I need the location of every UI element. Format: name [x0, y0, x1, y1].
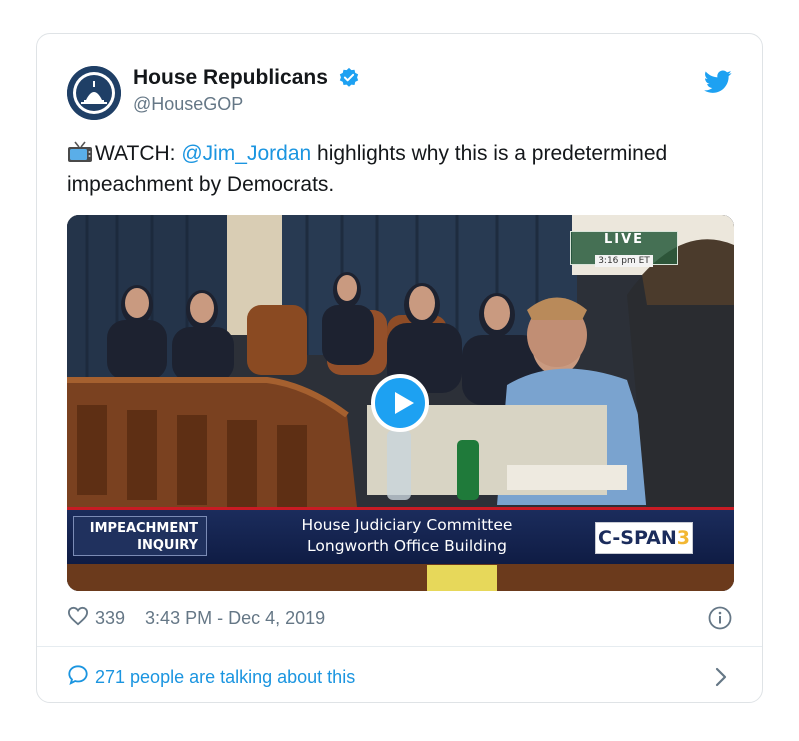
chyron-line-1: House Judiciary Committee — [301, 516, 513, 534]
divider — [37, 646, 762, 647]
video-player[interactable]: LIVE 3:16 pm ET IMPEACHMENT INQUIRY Hous… — [67, 215, 734, 591]
tweet-card: House Republicans @HouseGOP WATCH: @Jim_… — [36, 33, 763, 703]
live-label: LIVE — [603, 232, 645, 247]
heart-icon[interactable] — [67, 606, 89, 626]
author-name[interactable]: House Republicans — [133, 66, 328, 90]
conversation-text[interactable]: 271 people are talking about this — [95, 667, 355, 688]
chyron-tag-line2: INQUIRY — [137, 538, 198, 553]
chyron-bar: IMPEACHMENT INQUIRY House Judiciary Comm… — [67, 507, 734, 564]
conversation-link[interactable]: 271 people are talking about this — [67, 664, 355, 691]
chyron-tag: IMPEACHMENT INQUIRY — [73, 516, 207, 556]
avatar[interactable] — [67, 66, 121, 120]
author-handle[interactable]: @HouseGOP — [133, 94, 360, 115]
chyron-line-2: Longworth Office Building — [307, 537, 507, 555]
chevron-right-icon[interactable] — [714, 666, 728, 688]
network-name: C-SPAN — [598, 527, 677, 549]
like-control[interactable] — [67, 606, 95, 631]
verified-badge-icon — [340, 67, 359, 87]
twitter-bird-icon[interactable] — [704, 70, 732, 94]
tweet-text: WATCH: @Jim_Jordan highlights why this i… — [67, 138, 727, 200]
network-logo: C-SPAN3 — [595, 522, 693, 554]
author-block[interactable]: House Republicans @HouseGOP — [133, 66, 360, 115]
tweet-text-lead: WATCH: — [95, 142, 182, 165]
television-emoji-icon — [68, 141, 92, 162]
capitol-dome-icon — [67, 66, 121, 120]
play-button[interactable] — [371, 374, 429, 432]
live-indicator: LIVE 3:16 pm ET — [570, 231, 678, 267]
tweet-timestamp[interactable]: 3:43 PM - Dec 4, 2019 — [145, 608, 325, 629]
tweet-meta: 339 3:43 PM - Dec 4, 2019 — [67, 606, 325, 631]
comment-bubble-icon — [68, 665, 88, 686]
live-time: 3:16 pm ET — [595, 255, 653, 267]
info-icon[interactable] — [708, 606, 732, 630]
like-count[interactable]: 339 — [95, 608, 125, 629]
network-number: 3 — [676, 527, 690, 549]
mention-link[interactable]: @Jim_Jordan — [181, 142, 311, 165]
chyron-tag-line1: IMPEACHMENT — [89, 521, 198, 536]
